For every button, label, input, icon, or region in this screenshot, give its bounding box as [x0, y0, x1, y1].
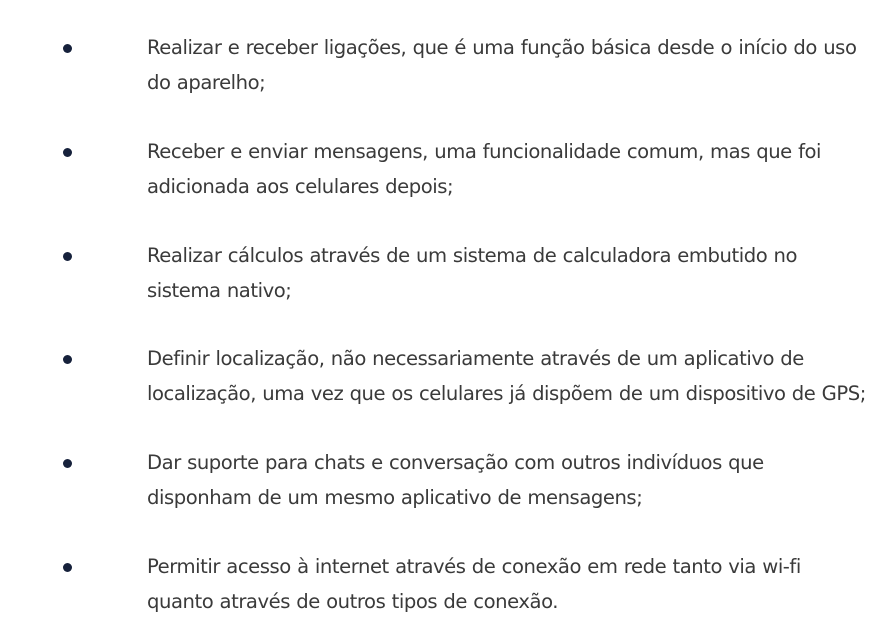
list-item-line: Permitir acesso à internet através de co… — [147, 555, 801, 578]
bullet-dot-icon — [63, 459, 72, 468]
list-item-line: Realizar e receber ligações, que é uma f… — [147, 36, 857, 59]
list-item-line: Receber e enviar mensagens, uma funciona… — [147, 140, 822, 163]
list-item-line: localização, uma vez que os celulares já… — [147, 382, 866, 405]
bullet-dot-icon — [63, 252, 72, 261]
list-item-line: sistema nativo; — [147, 279, 292, 302]
list-item-line: do aparelho; — [147, 71, 266, 94]
list-item-text: Definir localização, não necessariamente… — [147, 341, 877, 411]
bullet-dot-icon — [63, 563, 72, 572]
bullet-dot-icon — [63, 355, 72, 364]
list-item-line: Dar suporte para chats e conversação com… — [147, 451, 764, 474]
list-item-text: Receber e enviar mensagens, uma funciona… — [147, 134, 877, 204]
list-item-line: disponham de um mesmo aplicativo de mens… — [147, 486, 643, 509]
list-item-text: Realizar cálculos através de um sistema … — [147, 238, 877, 308]
bullet-dot-icon — [63, 44, 72, 53]
bullet-dot-icon — [63, 148, 72, 157]
list-item-line: Realizar cálculos através de um sistema … — [147, 244, 798, 267]
list-item-text: Dar suporte para chats e conversação com… — [147, 445, 877, 515]
list-item-line: quanto através de outros tipos de conexã… — [147, 590, 559, 613]
list-item-line: adicionada aos celulares depois; — [147, 175, 454, 198]
list-item-text: Permitir acesso à internet através de co… — [147, 549, 877, 619]
list-item-text: Realizar e receber ligações, que é uma f… — [147, 30, 877, 100]
list-item-line: Definir localização, não necessariamente… — [147, 347, 804, 370]
